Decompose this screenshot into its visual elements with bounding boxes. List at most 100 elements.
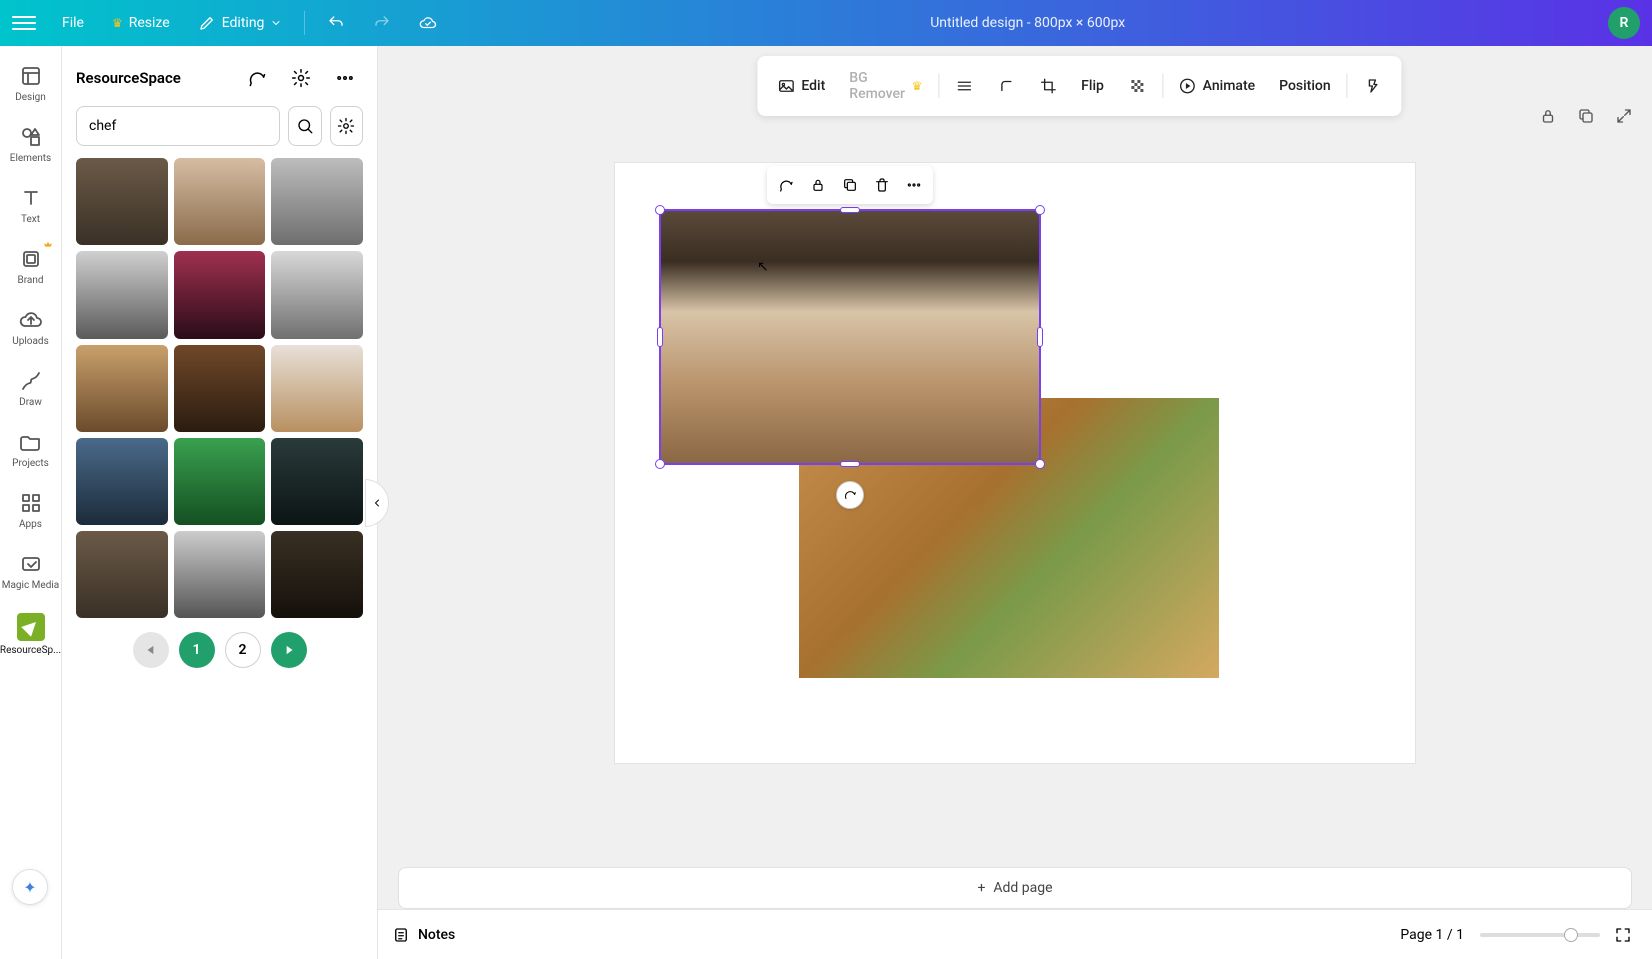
zoom-slider[interactable] <box>1480 933 1600 937</box>
lock-element-button[interactable] <box>803 170 833 200</box>
editing-dropdown[interactable]: Editing <box>188 8 293 38</box>
elements-icon <box>19 125 43 149</box>
left-rail: Design Elements Text Brand Uploads D <box>0 46 62 959</box>
info-button[interactable] <box>1353 69 1391 103</box>
side-panel: ResourceSpace <box>62 46 378 959</box>
document-title[interactable]: Untitled design - 800px × 600px <box>455 15 1600 31</box>
resize-handle-tl[interactable] <box>655 205 665 215</box>
page-indicator[interactable]: Page 1 / 1 <box>1400 927 1464 943</box>
rail-elements[interactable]: Elements <box>0 115 62 174</box>
crown-icon: ♛ <box>912 79 923 93</box>
result-thumb[interactable] <box>76 158 168 245</box>
panel-more-button[interactable] <box>327 60 363 96</box>
resize-edge-top[interactable] <box>840 207 860 213</box>
sync-button[interactable] <box>771 170 801 200</box>
corner-button[interactable] <box>987 69 1025 103</box>
fullscreen-icon <box>1614 926 1632 944</box>
triangle-right-icon <box>282 643 296 657</box>
notes-button[interactable]: Notes <box>392 926 455 944</box>
bg-remover-button[interactable]: BG Remover ♛ <box>839 62 932 110</box>
more-icon <box>335 68 355 88</box>
results-grid <box>62 158 377 618</box>
search-icon <box>296 117 314 135</box>
separator <box>938 74 939 98</box>
pager-page-2[interactable]: 2 <box>225 632 261 668</box>
result-thumb[interactable] <box>76 345 168 432</box>
brand-icon <box>19 247 43 271</box>
result-thumb[interactable] <box>271 531 363 618</box>
resize-button[interactable]: ♛ Resize <box>102 9 180 37</box>
rail-uploads[interactable]: Uploads <box>0 298 62 357</box>
rail-design[interactable]: Design <box>0 54 62 113</box>
canvas-page[interactable]: ↖ <box>615 163 1415 763</box>
edit-image-button[interactable]: Edit <box>767 69 835 103</box>
search-input[interactable] <box>76 106 280 146</box>
rail-apps[interactable]: Apps <box>0 481 62 540</box>
result-thumb[interactable] <box>174 158 266 245</box>
resize-edge-right[interactable] <box>1037 327 1043 347</box>
user-avatar[interactable]: R <box>1608 7 1640 39</box>
corner-icon <box>997 77 1015 95</box>
canvas-image-chef-selected[interactable]: ↖ <box>659 209 1041 465</box>
copy-element-button[interactable] <box>835 170 865 200</box>
delete-element-button[interactable] <box>867 170 897 200</box>
list-button[interactable] <box>945 69 983 103</box>
transparency-button[interactable] <box>1118 69 1156 103</box>
divider <box>304 11 305 35</box>
resize-handle-bl[interactable] <box>655 459 665 469</box>
pager-prev[interactable] <box>133 632 169 668</box>
result-thumb[interactable] <box>174 531 266 618</box>
rail-projects[interactable]: Projects <box>0 420 62 479</box>
rail-label: ResourceSp... <box>0 645 61 656</box>
cloud-sync-button[interactable] <box>409 8 447 38</box>
selection-toolbar <box>767 166 933 204</box>
rail-resourcespace[interactable]: ResourceSp... <box>0 603 62 666</box>
rail-magic-media[interactable]: Magic Media <box>0 542 62 601</box>
result-thumb[interactable] <box>174 438 266 525</box>
notes-label: Notes <box>418 927 455 943</box>
resize-edge-left[interactable] <box>657 327 663 347</box>
rail-text[interactable]: Text <box>0 176 62 235</box>
result-thumb[interactable] <box>76 251 168 338</box>
refresh-button[interactable] <box>239 60 275 96</box>
flip-button[interactable]: Flip <box>1071 70 1114 102</box>
fullscreen-button[interactable] <box>1608 920 1638 950</box>
result-thumb[interactable] <box>76 438 168 525</box>
animate-button[interactable]: Animate <box>1169 69 1265 103</box>
result-thumb[interactable] <box>271 438 363 525</box>
file-menu[interactable]: File <box>52 9 94 37</box>
add-page-button[interactable]: + Add page <box>398 867 1632 909</box>
pager-next[interactable] <box>271 632 307 668</box>
rotate-handle[interactable] <box>836 481 864 509</box>
rail-brand[interactable]: Brand <box>0 237 62 296</box>
resize-handle-tr[interactable] <box>1035 205 1045 215</box>
sync-icon <box>778 177 794 193</box>
redo-button[interactable] <box>363 8 401 38</box>
rail-draw[interactable]: Draw <box>0 359 62 418</box>
result-thumb[interactable] <box>174 345 266 432</box>
duplicate-page-button[interactable] <box>1572 102 1600 130</box>
panel-settings-button[interactable] <box>283 60 319 96</box>
result-thumb[interactable] <box>76 531 168 618</box>
search-settings-button[interactable] <box>330 106 364 146</box>
resize-edge-bottom[interactable] <box>840 461 860 467</box>
crop-button[interactable] <box>1029 69 1067 103</box>
position-button[interactable]: Position <box>1269 70 1341 102</box>
zoom-knob[interactable] <box>1564 928 1578 942</box>
resize-handle-br[interactable] <box>1035 459 1045 469</box>
result-thumb[interactable] <box>174 251 266 338</box>
expand-button[interactable] <box>1610 102 1638 130</box>
pager: 1 2 <box>62 618 377 686</box>
more-element-button[interactable] <box>899 170 929 200</box>
search-button[interactable] <box>288 106 322 146</box>
trash-icon <box>874 177 890 193</box>
result-thumb[interactable] <box>271 345 363 432</box>
result-thumb[interactable] <box>271 158 363 245</box>
undo-button[interactable] <box>317 8 355 38</box>
pager-page-1[interactable]: 1 <box>179 632 215 668</box>
menu-button[interactable] <box>12 11 36 35</box>
result-thumb[interactable] <box>271 251 363 338</box>
assistant-button[interactable]: ✦ <box>12 869 48 905</box>
plus-icon: + <box>977 880 985 896</box>
lock-button[interactable] <box>1534 102 1562 130</box>
